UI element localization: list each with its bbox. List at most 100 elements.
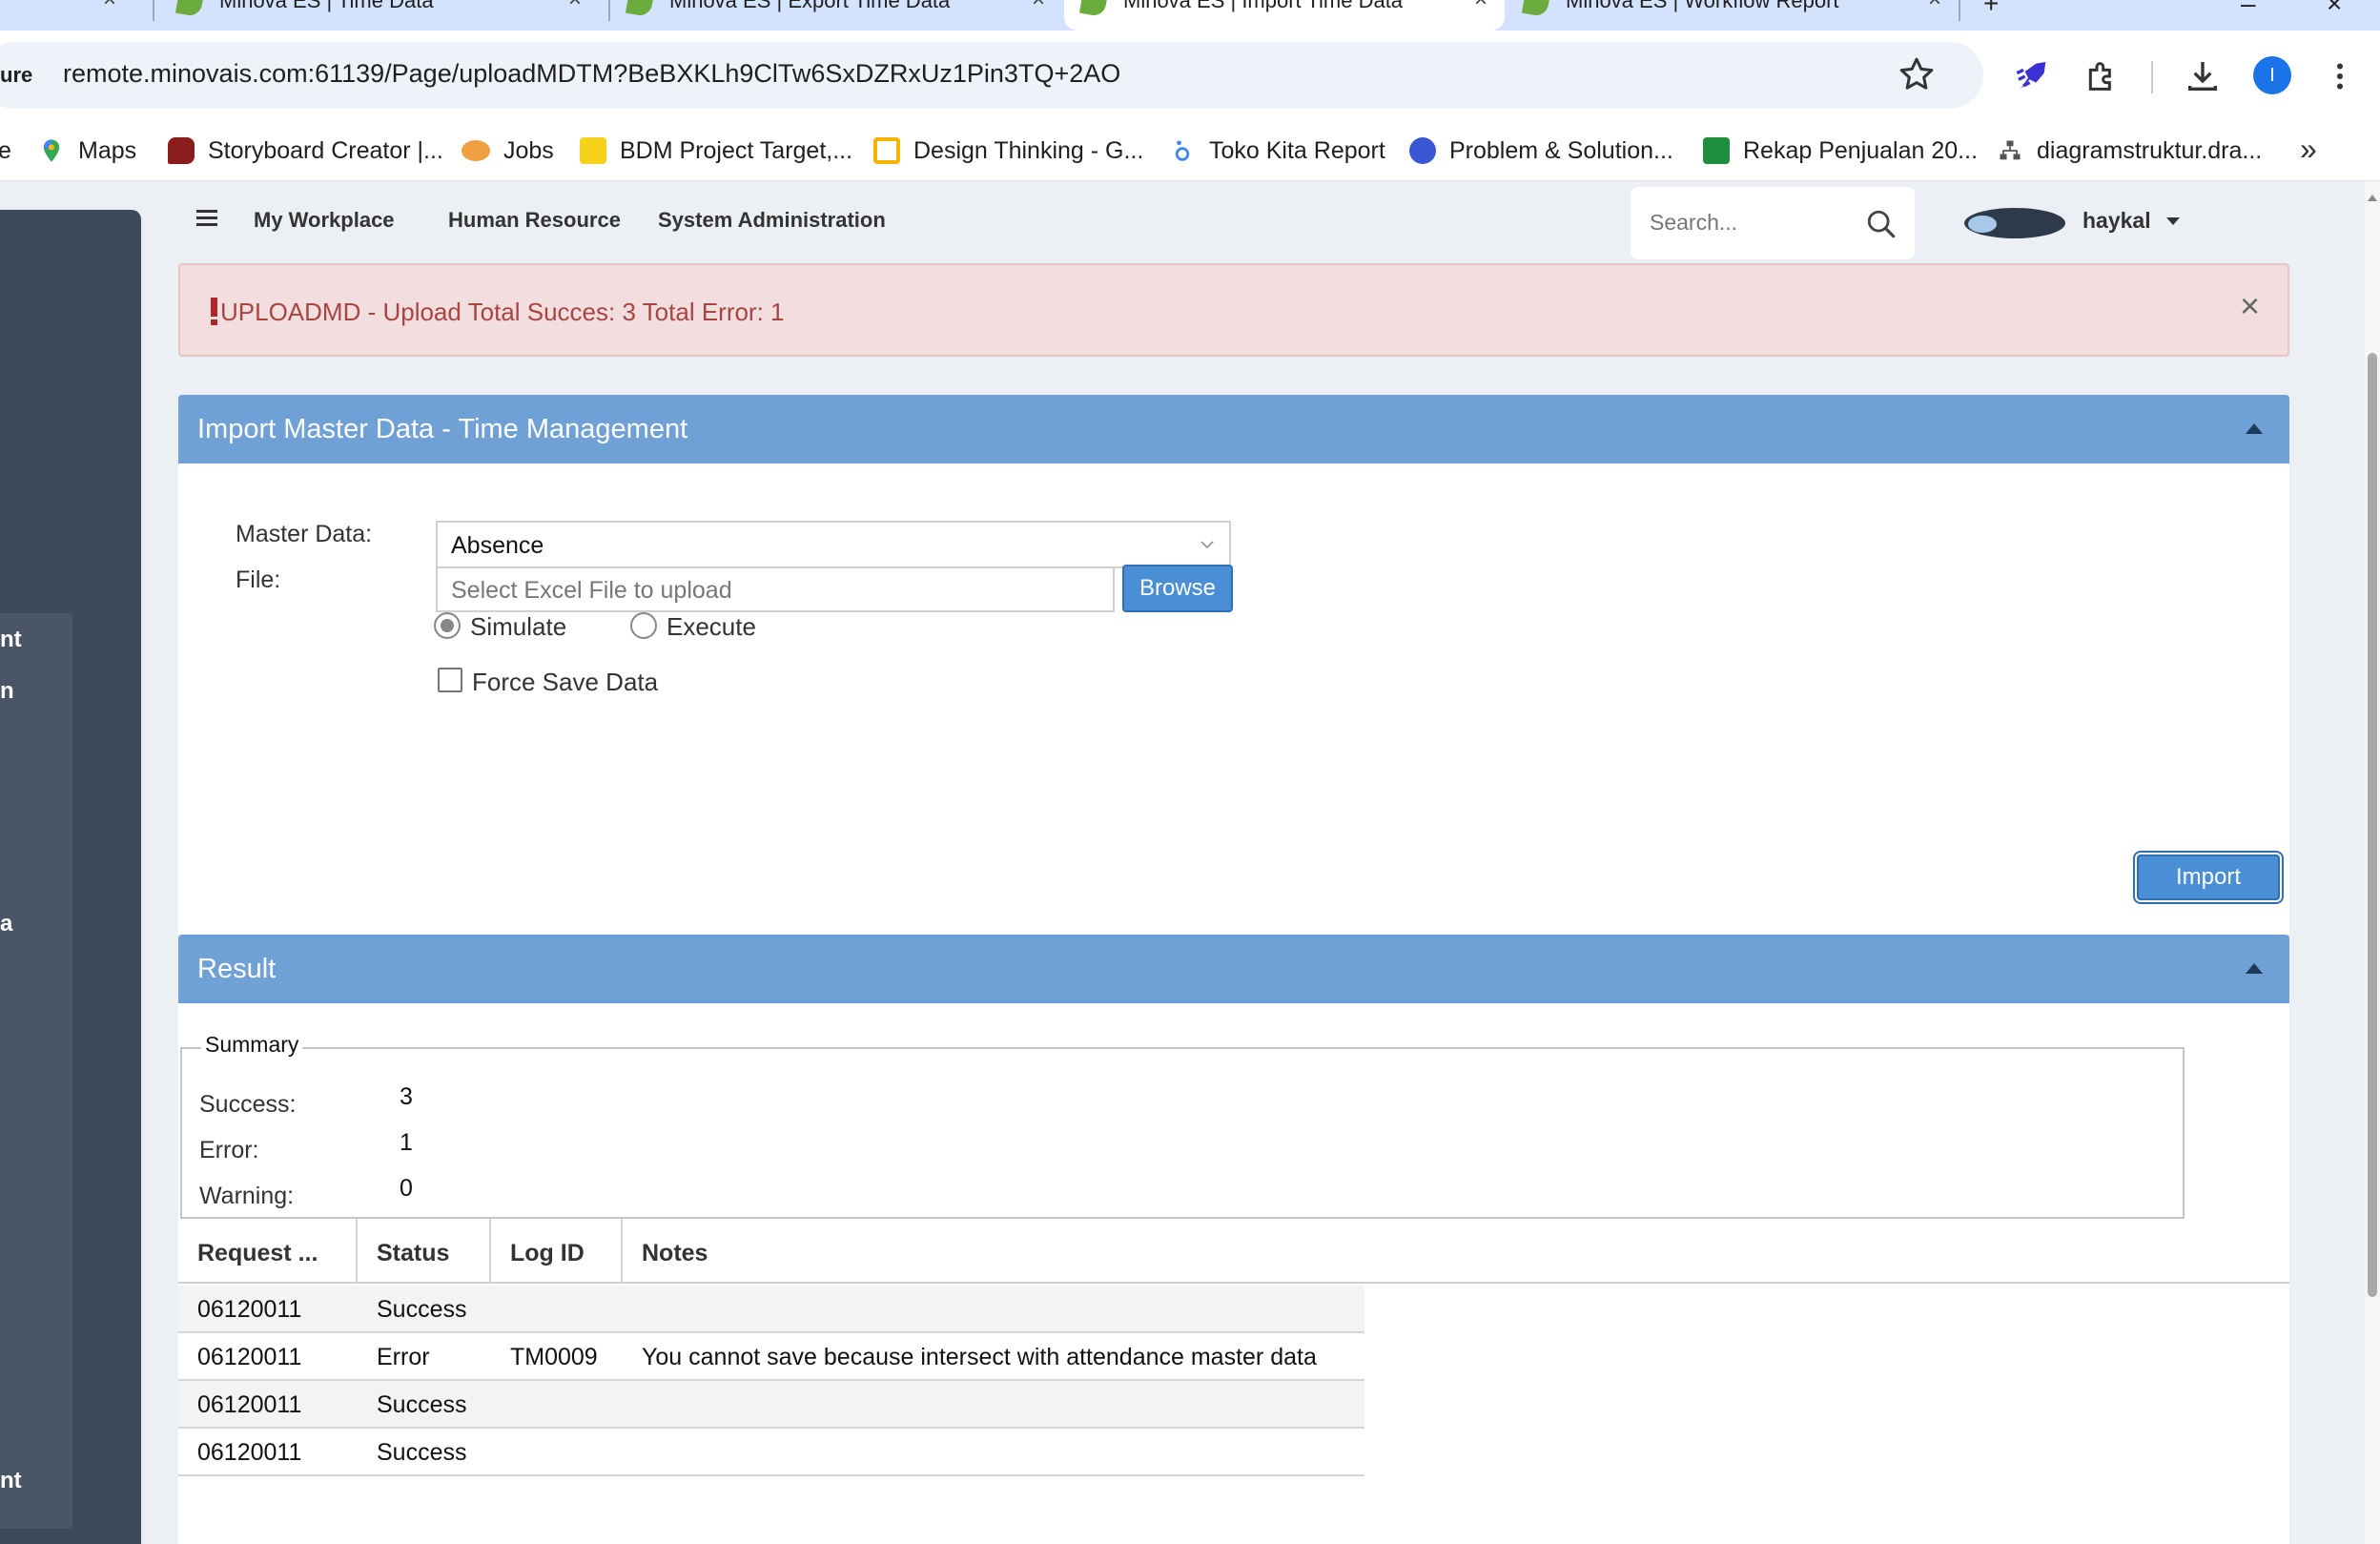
sidebar-item-partial[interactable]: nt <box>0 1468 22 1494</box>
sidebar-item-partial[interactable]: n <box>0 678 14 705</box>
table-row[interactable]: 06120011 Success <box>178 1286 1364 1333</box>
bookmark-jobs[interactable]: Jobs <box>462 134 554 168</box>
result-panel-header[interactable]: Result <box>178 935 2289 1003</box>
address-bar[interactable]: ure remote.minovais.com:61139/Page/uploa… <box>0 42 1983 109</box>
miro-icon <box>580 137 606 164</box>
bookmark-storyboard[interactable]: Storyboard Creator |... <box>168 134 443 168</box>
column-header-status[interactable]: Status <box>377 1240 449 1267</box>
scroll-thumb[interactable] <box>2368 353 2377 1297</box>
bookmark-rekap-penjualan[interactable]: Rekap Penjualan 20... <box>1703 134 1978 168</box>
url-text[interactable]: remote.minovais.com:61139/Page/uploadMDT… <box>63 59 1120 89</box>
extensions-puzzle-icon[interactable] <box>2082 57 2121 95</box>
scroll-up-icon[interactable] <box>2368 195 2377 201</box>
column-separator[interactable] <box>356 1219 358 1284</box>
force-save-label[interactable]: Force Save Data <box>472 668 658 697</box>
more-bookmarks-icon[interactable]: » <box>2300 132 2317 167</box>
tab-close-icon[interactable]: × <box>1032 0 1045 13</box>
collapse-icon[interactable] <box>2246 423 2263 434</box>
hamburger-menu-icon[interactable] <box>196 210 217 227</box>
chevron-down-icon[interactable] <box>1199 536 1216 553</box>
sidebar-item-partial[interactable]: a <box>0 911 12 937</box>
summary-warning-label: Warning: <box>199 1183 295 1209</box>
tab-label: Minova ES | Export Time Data <box>669 0 951 12</box>
tab-label: Minova ES | Time Data <box>219 0 434 12</box>
user-name[interactable]: haykal <box>2082 208 2151 234</box>
bookmark-label: diagramstruktur.dra... <box>2037 136 2263 164</box>
browser-tab-import-time-data[interactable]: Minova ES | Import Time Data × <box>1064 0 1505 31</box>
alert-close-icon[interactable]: × <box>2240 286 2260 326</box>
page-scrollbar[interactable] <box>2365 181 2380 1544</box>
user-avatar[interactable] <box>1964 208 2065 238</box>
tab-close-icon[interactable]: × <box>568 0 582 13</box>
table-row[interactable]: 06120011 Success <box>178 1429 1364 1476</box>
column-header-request[interactable]: Request ... <box>197 1240 318 1267</box>
user-menu-caret-icon[interactable] <box>2166 217 2180 225</box>
file-input[interactable]: Select Excel File to upload <box>436 566 1115 612</box>
bookmark-maps[interactable]: Maps <box>38 134 136 168</box>
column-separator[interactable] <box>489 1219 491 1284</box>
cell-notes: You cannot save because intersect with a… <box>642 1344 1317 1370</box>
bookmark-problem-solution[interactable]: Problem & Solution... <box>1409 134 1673 168</box>
slides-icon <box>873 137 900 164</box>
simulate-label[interactable]: Simulate <box>470 612 566 642</box>
bookmark-label: Jobs <box>503 136 554 164</box>
tab-close-icon[interactable]: × <box>103 0 116 13</box>
cell-status: Success <box>377 1391 467 1418</box>
minova-favicon-icon <box>1078 0 1109 18</box>
bookmark-star-icon[interactable] <box>1898 55 1936 93</box>
bookmark-toko-kita[interactable]: Toko Kita Report <box>1169 134 1385 168</box>
bookmark-diagramstruktur[interactable]: diagramstruktur.dra... <box>1997 134 2262 168</box>
profile-avatar[interactable]: I <box>2253 56 2291 94</box>
bookmark-label: Storyboard Creator |... <box>208 136 443 164</box>
summary-success-label: Success: <box>199 1091 297 1118</box>
bookmarks-bar: e Maps Storyboard Creator |... Jobs BDM … <box>0 122 2380 181</box>
cell-request: 06120011 <box>197 1391 302 1418</box>
sidebar-item-partial[interactable]: nt <box>0 627 22 653</box>
new-tab-icon[interactable]: + <box>1983 0 1999 19</box>
column-header-notes[interactable]: Notes <box>642 1240 708 1267</box>
force-save-checkbox[interactable] <box>438 668 462 692</box>
search-box[interactable] <box>1631 187 1915 259</box>
close-window-icon[interactable]: × <box>2327 0 2342 19</box>
column-header-log-id[interactable]: Log ID <box>510 1240 585 1267</box>
minimize-icon[interactable]: – <box>2241 0 2256 19</box>
browser-menu-icon[interactable] <box>2323 57 2357 95</box>
table-row[interactable]: 06120011 Error TM0009 You cannot save be… <box>178 1333 1364 1381</box>
browser-tab-workflow-report[interactable]: Minova ES | Workflow Report × <box>1507 0 1959 31</box>
column-separator[interactable] <box>621 1219 623 1284</box>
extension-rocket-icon[interactable] <box>2014 57 2052 95</box>
nav-my-workplace[interactable]: My Workplace <box>254 208 395 233</box>
top-navigation: My Workplace Human Resource System Admin… <box>175 181 2359 259</box>
tab-close-icon[interactable]: × <box>1474 0 1488 13</box>
import-button[interactable]: Import <box>2137 854 2280 900</box>
collapse-icon[interactable] <box>2246 963 2263 974</box>
result-panel-title: Result <box>197 954 277 984</box>
search-input[interactable] <box>1650 210 1840 236</box>
execute-radio[interactable] <box>630 612 657 639</box>
browse-button[interactable]: Browse <box>1122 565 1233 612</box>
minova-favicon-icon <box>1521 0 1551 18</box>
browser-tab-previous[interactable]: × <box>0 0 133 31</box>
bookmark-design-thinking[interactable]: Design Thinking - G... <box>873 134 1143 168</box>
bookmark-label: Toko Kita Report <box>1209 136 1385 164</box>
nav-human-resource[interactable]: Human Resource <box>448 208 621 233</box>
sidebar-submenu: nt n a nt <box>0 613 72 1529</box>
bookmark-item[interactable]: e <box>0 134 11 168</box>
search-icon[interactable] <box>1865 208 1898 240</box>
simulate-radio[interactable] <box>434 612 461 639</box>
import-panel-header[interactable]: Import Master Data - Time Management <box>178 395 2289 463</box>
cell-request: 06120011 <box>197 1344 302 1370</box>
browser-tab-export-time-data[interactable]: Minova ES | Export Time Data × <box>610 0 1062 31</box>
execute-label[interactable]: Execute <box>667 612 756 642</box>
import-panel-title: Import Master Data - Time Management <box>197 414 688 444</box>
tab-close-icon[interactable]: × <box>1928 0 1941 13</box>
summary-legend: Summary <box>201 1032 303 1058</box>
browser-tab-time-data[interactable]: Minova ES | Time Data × <box>160 0 599 31</box>
site-info-label[interactable]: ure <box>0 63 32 88</box>
nav-system-administration[interactable]: System Administration <box>658 208 886 233</box>
table-row[interactable]: 06120011 Success <box>178 1381 1364 1429</box>
bookmark-bdm-project[interactable]: BDM Project Target,... <box>580 134 852 168</box>
download-icon[interactable] <box>2184 57 2222 95</box>
master-data-select[interactable]: Absence <box>436 521 1231 568</box>
tab-separator <box>153 0 154 21</box>
